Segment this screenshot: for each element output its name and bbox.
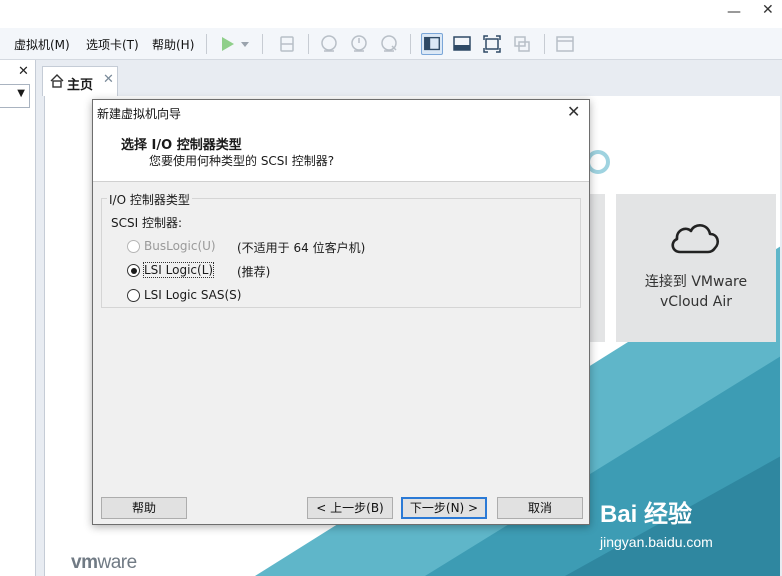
library-panel [0,60,36,576]
minimize-button[interactable]: — [724,4,744,20]
tile-label-line2: vCloud Air [660,294,732,310]
radio-button[interactable] [127,289,140,302]
scsi-controller-label: SCSI 控制器: [111,216,183,230]
radio-note: (不适用于 64 位客户机) [237,241,366,255]
radio-label: LSI Logic SAS(S) [144,288,242,302]
radio-lsi-logic[interactable]: LSI Logic(L) (推荐) [127,262,387,280]
dialog-title: 新建虚拟机向导 [97,107,182,121]
show-library-icon[interactable] [421,33,443,55]
menu-vm[interactable]: 虚拟机(M) [14,36,70,53]
dialog-header: 选择 I/O 控制器类型 您要使用何种类型的 SCSI 控制器? [93,126,589,182]
toolbar-separator [262,34,263,54]
revert-snapshot-icon[interactable] [348,33,370,55]
chevron-down-icon: ▼ [17,88,25,99]
library-search-dropdown[interactable]: ▼ [0,84,30,108]
radio-label: LSI Logic(L) [142,262,215,278]
radio-lsi-logic-sas[interactable]: LSI Logic SAS(S) [127,287,387,305]
toolbar-separator [544,34,545,54]
dialog-close-icon[interactable]: ✕ [567,102,580,121]
vmware-logo: vmware [71,552,137,573]
tab-close-icon[interactable]: ✕ [103,72,114,87]
dialog-titlebar: 新建虚拟机向导 ✕ [93,100,589,126]
radio-button[interactable] [127,264,140,277]
step-subtitle: 您要使用何种类型的 SCSI 控制器? [149,154,335,168]
back-button[interactable]: < 上一步(B) [307,497,393,519]
help-button[interactable]: 帮助 [101,497,187,519]
full-screen-icon[interactable] [481,33,503,55]
menu-help[interactable]: 帮助(H) [152,36,194,53]
power-dropdown-icon[interactable] [238,33,252,55]
console-view-icon[interactable] [554,33,576,55]
cloud-icon [671,224,720,254]
home-icon [50,74,64,88]
cancel-button[interactable]: 取消 [497,497,583,519]
window-close-button[interactable]: ✕ [762,2,774,18]
radio-button[interactable] [127,240,140,253]
next-button[interactable]: 下一步(N) > [401,497,487,519]
toolbar: 虚拟机(M) 选项卡(T) 帮助(H) [0,28,782,60]
tile-label-line1: 连接到 VMware [644,274,748,290]
library-close-icon[interactable]: ✕ [18,64,29,79]
send-keys-icon[interactable] [276,33,298,55]
watermark-brand: Bai 经验 [600,501,693,528]
home-tile-vcloud-air[interactable]: 连接到 VMware vCloud Air [616,194,776,342]
baidu-watermark: Bai 经验 jingyan.baidu.com [600,494,713,550]
app-titlebar: — ✕ [0,0,782,28]
power-on-icon[interactable] [216,33,238,55]
toolbar-separator [308,34,309,54]
tab-label: 主页 [67,78,94,93]
snapshot-icon[interactable] [318,33,340,55]
groupbox-title: I/O 控制器类型 [107,191,192,208]
menu-tabs[interactable]: 选项卡(T) [86,36,139,53]
toolbar-separator [410,34,411,54]
thumbnail-bar-icon[interactable] [451,33,473,55]
step-title: 选择 I/O 控制器类型 [121,138,242,153]
radio-buslogic[interactable]: BusLogic(U) (不适用于 64 位客户机) [127,238,387,256]
snapshot-manager-icon[interactable] [378,33,400,55]
toolbar-separator [206,34,207,54]
radio-note: (推荐) [237,265,271,279]
unity-icon[interactable] [511,33,533,55]
new-vm-wizard-dialog: 新建虚拟机向导 ✕ 选择 I/O 控制器类型 您要使用何种类型的 SCSI 控制… [92,99,590,525]
watermark-url: jingyan.baidu.com [600,534,713,550]
tab-home[interactable]: 主页 ✕ [42,66,118,96]
radio-label: BusLogic(U) [144,239,216,253]
